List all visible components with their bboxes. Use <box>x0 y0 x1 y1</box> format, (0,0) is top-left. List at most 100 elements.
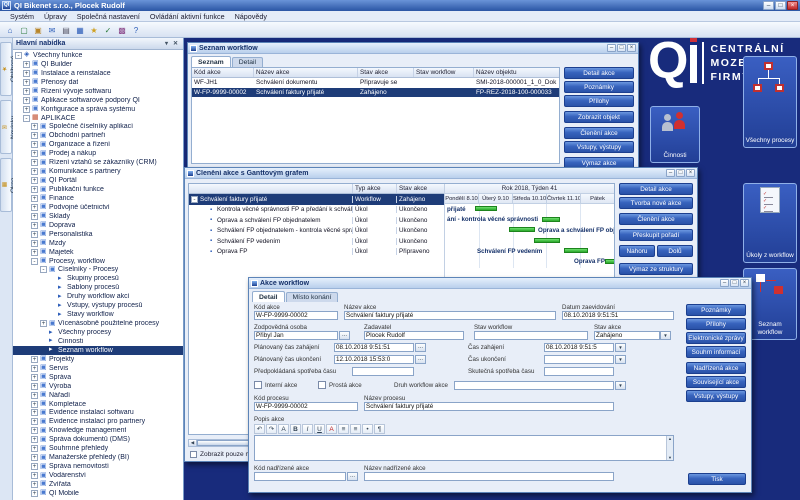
tree-item[interactable]: -Procesy, workflow <box>13 257 183 266</box>
tree-item[interactable]: +Konfigurace a správa systému <box>13 105 183 114</box>
tree-expander-icon[interactable]: + <box>31 490 38 497</box>
tree-item[interactable]: +Aplikace softwarové podpory QI <box>13 96 183 105</box>
tree-item[interactable]: +Nářadí <box>13 391 183 400</box>
tree-item[interactable]: Vstupy, výstupy procesů <box>13 301 183 310</box>
action-button[interactable]: Související akce <box>686 376 746 388</box>
structure-row[interactable]: Oprava a schválení FP objednatelemÚkolUk… <box>189 215 444 226</box>
shortcut-ukoly-z-workflow[interactable]: ✓ ✓ ✓ Úkoly z workflow <box>743 183 797 263</box>
tree-item[interactable]: -Všechny funkce <box>13 51 183 60</box>
window-titlebar[interactable]: Seznam workflow –□× <box>188 43 638 54</box>
tab-detail[interactable]: Detail <box>232 57 263 67</box>
window-titlebar[interactable]: Akce workflow –□× <box>249 278 751 289</box>
scroll-left-icon[interactable]: ◀ <box>189 440 197 446</box>
toolbar-icon[interactable]: ▦ <box>74 24 86 36</box>
column-header[interactable]: Kód akce <box>192 68 254 77</box>
action-button[interactable]: Poznámky <box>564 81 634 93</box>
ellipsis-button[interactable] <box>339 331 350 340</box>
tree-expander-icon[interactable]: + <box>31 177 38 184</box>
window-titlebar[interactable]: Členění akce s Ganttovým grafem –□× <box>185 168 697 179</box>
move-up-button[interactable]: Nahoru <box>619 245 655 257</box>
window-control-icon[interactable]: × <box>686 169 695 177</box>
shortcut-cinnosti[interactable]: Činnosti <box>650 106 700 163</box>
predpokladana-spotreba-field[interactable] <box>352 367 414 376</box>
tree-expander-icon[interactable]: - <box>191 196 198 203</box>
tree-item[interactable]: Stavy workflow <box>13 310 183 319</box>
datum-zaevidovani-field[interactable]: 08.10.2018 9:51:51 <box>562 311 674 320</box>
column-header[interactable]: Název objektu <box>474 68 559 77</box>
tree-expander-icon[interactable]: + <box>31 123 38 130</box>
toolbar-icon[interactable]: ▣ <box>32 24 44 36</box>
window-control-icon[interactable]: × <box>627 44 636 52</box>
tree-item[interactable]: Skupiny procesů <box>13 274 183 283</box>
tree-expander-icon[interactable]: + <box>31 418 38 425</box>
dropdown-icon[interactable] <box>660 331 671 340</box>
print-button[interactable]: Tisk <box>688 473 746 485</box>
richtext-toolbar-icon[interactable]: U <box>314 424 325 434</box>
action-button[interactable]: Nadřízená akce <box>686 362 746 374</box>
show-months-checkbox[interactable] <box>190 451 197 458</box>
window-control-icon[interactable]: □ <box>676 169 685 177</box>
column-header[interactable]: Typ akce <box>352 184 396 193</box>
vertical-scrollbar[interactable]: ▲▼ <box>666 436 673 460</box>
tree-expander-icon[interactable]: + <box>31 168 38 175</box>
tree-expander-icon[interactable]: + <box>31 472 38 479</box>
window-control-icon[interactable]: □ <box>617 44 626 52</box>
tree-expander-icon[interactable]: + <box>31 454 38 461</box>
tree-expander-icon[interactable]: - <box>15 52 22 59</box>
tree-expander-icon[interactable]: - <box>40 266 47 273</box>
toolbar-icon[interactable]: ✉ <box>46 24 58 36</box>
tree-item[interactable]: +Manažerské přehledy (BI) <box>13 453 183 462</box>
tree-expander-icon[interactable]: + <box>31 195 38 202</box>
tree-item[interactable]: +Sklady <box>13 212 183 221</box>
richtext-toolbar-icon[interactable]: ≡ <box>350 424 361 434</box>
tree-expander-icon[interactable]: + <box>23 106 30 113</box>
window-control-icon[interactable]: × <box>787 1 798 10</box>
dock-tab[interactable]: ▦Okna <box>0 158 12 212</box>
toolbar-icon[interactable]: ⌂ <box>4 24 16 36</box>
menu-item[interactable]: Systém <box>5 12 39 21</box>
tree-item[interactable]: +Kompletace <box>13 400 183 409</box>
prosta-akce-checkbox[interactable] <box>318 381 326 389</box>
tab-misto-konani[interactable]: Místo konání <box>286 292 339 302</box>
move-down-button[interactable]: Dolů <box>657 245 693 257</box>
tree-item[interactable]: +Vícenásobně použitelné procesy <box>13 319 183 328</box>
action-button[interactable]: Přeskupit pořadí <box>619 229 693 241</box>
tree-expander-icon[interactable]: + <box>31 481 38 488</box>
tree-item[interactable]: +Projekty <box>13 355 183 364</box>
tree-item[interactable]: Druhy workflow akcí <box>13 292 183 301</box>
action-button[interactable]: Členění akce <box>564 127 634 139</box>
tree-expander-icon[interactable]: + <box>31 132 38 139</box>
tree-expander-icon[interactable]: + <box>31 249 38 256</box>
window-control-icon[interactable]: □ <box>730 279 739 287</box>
richtext-toolbar-icon[interactable]: ↶ <box>254 424 265 434</box>
action-button[interactable]: Tvorba nové akce <box>619 197 693 209</box>
structure-row[interactable]: Oprava FPÚkolPřipraveno <box>189 247 444 258</box>
menu-item[interactable]: Nápovědy <box>230 12 272 21</box>
dropdown-icon[interactable] <box>615 381 626 390</box>
tree-item[interactable]: +Knowledge management <box>13 426 183 435</box>
tree-expander-icon[interactable]: + <box>31 204 38 211</box>
skutecna-spotreba-field[interactable] <box>544 367 614 376</box>
tree-expander-icon[interactable]: - <box>31 258 38 265</box>
tree-item[interactable]: +Komunikace s partnery <box>13 167 183 176</box>
tree-item[interactable]: +Instalace a reinstalace <box>13 69 183 78</box>
column-header[interactable]: Stav akce <box>396 184 444 193</box>
tree-expander-icon[interactable]: + <box>31 141 38 148</box>
toolbar-icon[interactable]: ▤ <box>60 24 72 36</box>
richtext-toolbar-icon[interactable]: B <box>290 424 301 434</box>
table-row[interactable]: W-FP-9999-00002Schválení faktury přijaté… <box>192 88 559 98</box>
window-control-icon[interactable]: – <box>763 1 774 10</box>
ellipsis-button[interactable] <box>415 355 426 364</box>
toolbar-icon[interactable]: ▩ <box>116 24 128 36</box>
menu-item[interactable]: Úpravy <box>39 12 72 21</box>
toolbar-icon[interactable]: ▢ <box>18 24 30 36</box>
tree-item[interactable]: -Číselníky - Procesy <box>13 266 183 275</box>
tree-item[interactable]: +Výroba <box>13 382 183 391</box>
dock-tab[interactable]: ★Oblíbené <box>0 42 12 96</box>
toolbar-icon[interactable]: ★ <box>88 24 100 36</box>
action-button[interactable]: Členění akce <box>619 213 693 225</box>
tree-expander-icon[interactable]: + <box>23 70 30 77</box>
tree-item[interactable]: +Mzdy <box>13 239 183 248</box>
action-button[interactable]: Detail akce <box>619 183 693 195</box>
tree-expander-icon[interactable]: + <box>31 240 38 247</box>
